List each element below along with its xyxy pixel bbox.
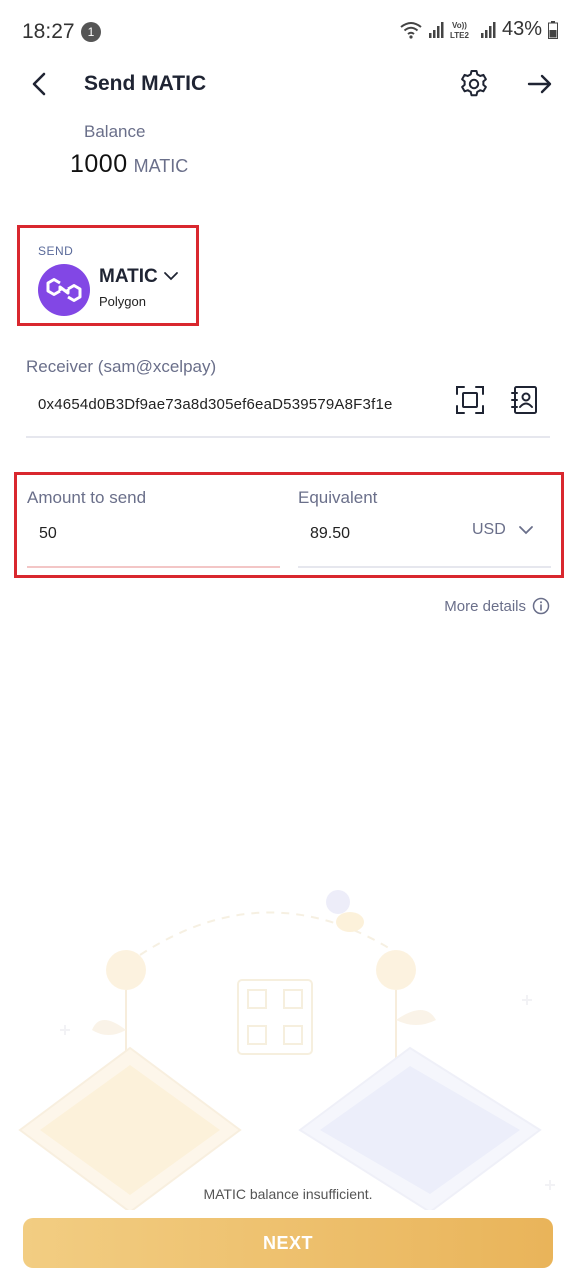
amount-label: Amount to send <box>27 488 147 507</box>
gear-icon <box>461 70 487 97</box>
svg-text:Vo)): Vo)) <box>452 21 467 30</box>
svg-text:LTE2: LTE2 <box>450 31 470 40</box>
background-illustration <box>18 890 555 1210</box>
scan-qr-button[interactable] <box>454 384 486 416</box>
battery-percentage: 43% <box>501 18 542 40</box>
more-details-text: More details <box>444 597 526 615</box>
contacts-button[interactable] <box>508 384 540 416</box>
battery-icon <box>548 20 558 39</box>
page-title: Send MATIC <box>84 72 207 95</box>
equivalent-label: Equivalent <box>298 488 378 507</box>
balance-label: Balance <box>84 122 146 141</box>
back-button[interactable] <box>24 68 56 100</box>
chevron-down-icon <box>164 272 178 281</box>
settings-button[interactable] <box>458 68 490 100</box>
volte-icon: Vo)) LTE2 <box>450 21 470 40</box>
balance-warning: MATIC balance insufficient. <box>203 1186 373 1202</box>
info-icon <box>532 597 550 615</box>
receiver-label: Receiver (sam@xcelpay) <box>26 357 217 376</box>
amount-section: Amount to send Equivalent USD <box>14 472 564 578</box>
amount-underline <box>27 566 280 568</box>
status-indicators: Vo)) LTE2 43% <box>400 18 558 41</box>
balance-unit: MATIC <box>133 156 189 176</box>
chevron-down-icon <box>518 526 533 535</box>
more-details-link[interactable]: More details <box>444 597 550 615</box>
send-asset-selector[interactable]: SEND MATIC Polygon <box>17 225 199 326</box>
amount-input[interactable] <box>39 525 239 543</box>
send-label: SEND <box>38 244 74 258</box>
token-name: MATIC <box>99 266 158 287</box>
polygon-token-icon <box>38 264 90 316</box>
status-time: 18:27 <box>22 20 75 43</box>
back-arrow-icon <box>32 72 46 96</box>
contact-book-icon <box>511 386 537 414</box>
balance-amount: 1000 MATIC <box>70 150 188 179</box>
balance-value: 1000 <box>70 150 128 178</box>
notification-badge: 1 <box>81 22 101 42</box>
currency-value: USD <box>472 521 506 538</box>
equivalent-input[interactable] <box>310 525 430 543</box>
token-network: Polygon <box>99 294 146 309</box>
wifi-icon <box>400 21 422 39</box>
forward-arrow-icon <box>527 74 552 94</box>
receiver-underline <box>26 436 550 438</box>
next-button[interactable]: NEXT <box>23 1218 553 1268</box>
signal-icon-2 <box>480 21 496 38</box>
status-bar: 18:27 1 Vo)) LTE2 43% <box>0 0 576 64</box>
signal-icon <box>428 21 444 38</box>
scan-icon <box>456 386 484 414</box>
receiver-address-field[interactable]: 0x4654d0B3Df9ae73a8d305ef6eaD539579A8F3f… <box>38 396 393 413</box>
currency-select[interactable]: USD <box>472 521 534 539</box>
forward-button[interactable] <box>524 68 556 100</box>
header: Send MATIC <box>0 62 576 106</box>
equivalent-underline <box>298 566 551 568</box>
